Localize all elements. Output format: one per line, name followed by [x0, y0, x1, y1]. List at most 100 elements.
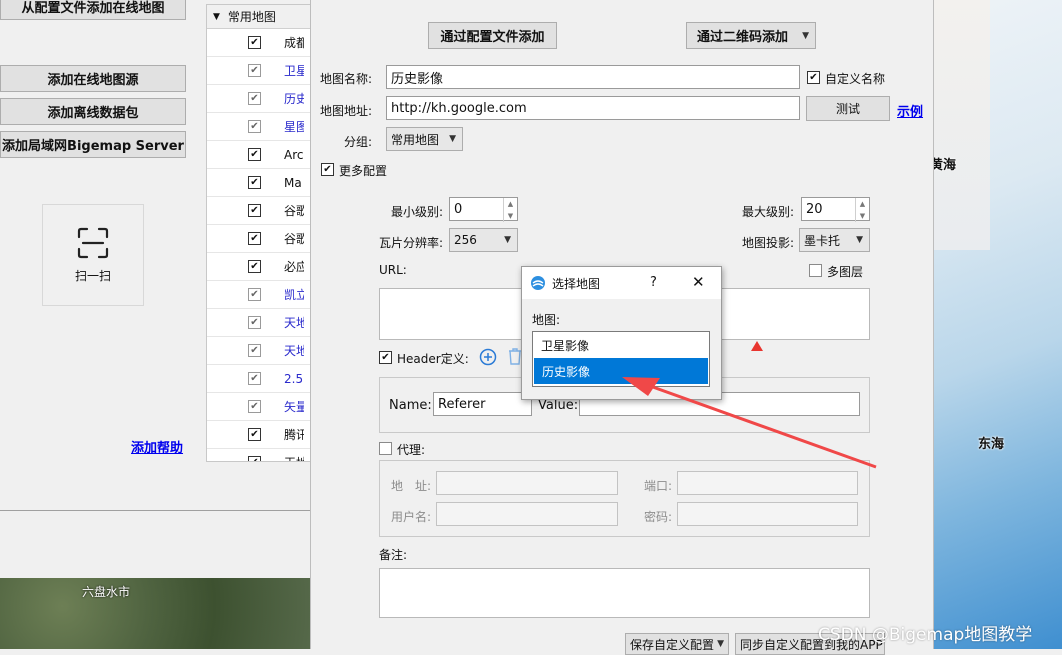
custom-name-checkbox[interactable]: ✔ — [807, 71, 820, 84]
header-name-input[interactable]: Referer — [433, 392, 532, 416]
proxy-port-input[interactable] — [677, 471, 858, 495]
map-list-row[interactable]: ✔ 矢量 — [207, 393, 311, 421]
max-level-spinner[interactable]: ▲ ▼ — [855, 198, 869, 222]
tile-resolution-value: 256 — [454, 233, 477, 247]
proxy-username-input[interactable] — [436, 502, 618, 526]
tile-resolution-select[interactable]: 256 ▼ — [449, 228, 518, 252]
map-list-checkbox[interactable]: ✔ — [248, 120, 261, 133]
proxy-checkbox[interactable] — [379, 442, 392, 455]
map-list-checkbox[interactable]: ✔ — [248, 428, 261, 441]
map-list-row[interactable]: ✔ 天地 — [207, 449, 311, 461]
projection-label: 地图投影: — [742, 236, 795, 250]
add-by-qrcode-button[interactable]: 通过二维码添加 ▼ — [686, 22, 816, 49]
map-list-row[interactable]: ✔ Arc — [207, 141, 311, 169]
save-custom-config-button[interactable]: 保存自定义配置 ▼ — [625, 633, 729, 655]
scan-label: 扫一扫 — [74, 268, 111, 283]
map-list-row[interactable]: ✔ 历史 — [207, 85, 311, 113]
proxy-address-input[interactable] — [436, 471, 618, 495]
map-list-row[interactable]: ✔ 天地 — [207, 337, 311, 365]
map-list-row[interactable]: ✔ 天地 — [207, 309, 311, 337]
map-list-checkbox[interactable]: ✔ — [248, 148, 261, 161]
add-help-link[interactable]: 添加帮助 — [131, 437, 183, 456]
min-level-spinner[interactable]: ▲ ▼ — [503, 198, 517, 222]
delete-header-icon[interactable] — [508, 348, 522, 365]
projection-value: 墨卡托 — [804, 233, 841, 248]
map-list-checkbox[interactable]: ✔ — [248, 64, 261, 77]
notes-textarea[interactable] — [379, 568, 870, 618]
map-list-row[interactable]: ✔ Ma — [207, 169, 311, 197]
map-list-name: 天地 — [284, 316, 304, 330]
add-from-config-button[interactable]: 从配置文件添加在线地图 — [0, 0, 186, 20]
map-list-row[interactable]: ✔ 谷歌 — [207, 197, 311, 225]
map-list-checkbox[interactable]: ✔ — [248, 372, 261, 385]
divider — [0, 510, 312, 511]
add-lan-server-button[interactable]: 添加局域网Bigemap Server — [0, 131, 186, 158]
chevron-down-icon: ▼ — [449, 134, 456, 144]
map-list-checkbox[interactable]: ✔ — [248, 260, 261, 273]
map-label-city: 六盘水市 — [82, 585, 131, 599]
map-list-name: 谷歌 — [284, 232, 304, 246]
map-list-checkbox[interactable]: ✔ — [248, 176, 261, 189]
map-list-row[interactable]: ✔ 2.5 — [207, 365, 311, 393]
map-list-name: 成都 — [284, 36, 304, 50]
map-list-header[interactable]: ▼ 常用地图 — [207, 5, 311, 29]
more-config-checkbox[interactable]: ✔ — [321, 163, 334, 176]
map-list-row[interactable]: ✔ 谷歌 — [207, 225, 311, 253]
map-list-checkbox[interactable]: ✔ — [248, 232, 261, 245]
projection-select[interactable]: 墨卡托 ▼ — [799, 228, 870, 252]
max-level-label: 最大级别: — [742, 205, 795, 219]
proxy-address-label: 地 址: — [391, 479, 432, 493]
map-list-checkbox[interactable]: ✔ — [248, 288, 261, 301]
multi-layer-label: 多图层 — [827, 265, 864, 279]
min-level-input[interactable]: 0 ▲ ▼ — [449, 197, 518, 222]
map-list-name: 2.5 — [284, 371, 304, 386]
multi-layer-checkbox[interactable] — [809, 264, 822, 277]
scan-button[interactable]: 扫一扫 — [42, 204, 144, 306]
map-list-checkbox[interactable]: ✔ — [248, 316, 261, 329]
group-select[interactable]: 常用地图 ▼ — [386, 127, 463, 151]
group-label: 分组: — [344, 135, 373, 149]
map-list-name: 必应 — [284, 260, 304, 274]
max-level-input[interactable]: 20 ▲ ▼ — [801, 197, 870, 222]
map-list-checkbox[interactable]: ✔ — [248, 92, 261, 105]
example-link[interactable]: 示例 — [897, 101, 923, 120]
custom-name-label: 自定义名称 — [825, 72, 886, 86]
test-button[interactable]: 测试 — [806, 96, 890, 121]
map-list-checkbox[interactable]: ✔ — [248, 456, 261, 461]
header-def-checkbox[interactable]: ✔ — [379, 351, 392, 364]
map-list-checkbox[interactable]: ✔ — [248, 344, 261, 357]
help-icon[interactable]: ? — [650, 275, 657, 290]
min-level-value: 0 — [454, 201, 463, 217]
map-list-row[interactable]: ✔ 卫星 — [207, 57, 311, 85]
add-header-icon[interactable] — [479, 348, 497, 366]
map-list-row[interactable]: ✔ 必应 — [207, 253, 311, 281]
map-option-history[interactable]: 历史影像 — [534, 358, 708, 384]
map-dropdown-list: 卫星影像 历史影像 — [532, 331, 710, 387]
map-url-label: 地图地址: — [320, 104, 373, 118]
notes-label: 备注: — [379, 548, 408, 562]
map-list-checkbox[interactable]: ✔ — [248, 36, 261, 49]
map-list-name: 矢量 — [284, 400, 304, 414]
chevron-down-icon: ▼ — [504, 235, 511, 245]
dropdown-arrow-icon: ▼ — [802, 30, 809, 41]
map-url-input[interactable]: http://kh.google.com — [386, 96, 800, 120]
close-icon[interactable]: ✕ — [692, 273, 705, 291]
collapse-arrow-icon: ▼ — [213, 11, 220, 22]
proxy-password-input[interactable] — [677, 502, 858, 526]
map-list-row[interactable]: ✔ 腾讯 — [207, 421, 311, 449]
map-option-satellite[interactable]: 卫星影像 — [533, 332, 709, 358]
map-list-name: 谷歌 — [284, 204, 304, 218]
dropdown-arrow-icon: ▼ — [717, 639, 724, 649]
map-list-checkbox[interactable]: ✔ — [248, 204, 261, 217]
map-list-row[interactable]: ✔ 星图 — [207, 113, 311, 141]
add-offline-package-button[interactable]: 添加离线数据包 — [0, 98, 186, 125]
map-list-row[interactable]: ✔ 凯立 — [207, 281, 311, 309]
left-pane: 从配置文件添加在线地图 添加在线地图源 添加离线数据包 添加局域网Bigemap… — [0, 0, 312, 578]
header-name-label: Name: — [389, 398, 432, 413]
add-by-config-file-button[interactable]: 通过配置文件添加 — [428, 22, 557, 49]
map-list-row[interactable]: ✔ 成都 — [207, 29, 311, 57]
map-label-east-sea: 东海 — [978, 437, 1005, 452]
add-online-source-button[interactable]: 添加在线地图源 — [0, 65, 186, 92]
map-list-checkbox[interactable]: ✔ — [248, 400, 261, 413]
map-name-input[interactable]: 历史影像 — [386, 65, 800, 89]
